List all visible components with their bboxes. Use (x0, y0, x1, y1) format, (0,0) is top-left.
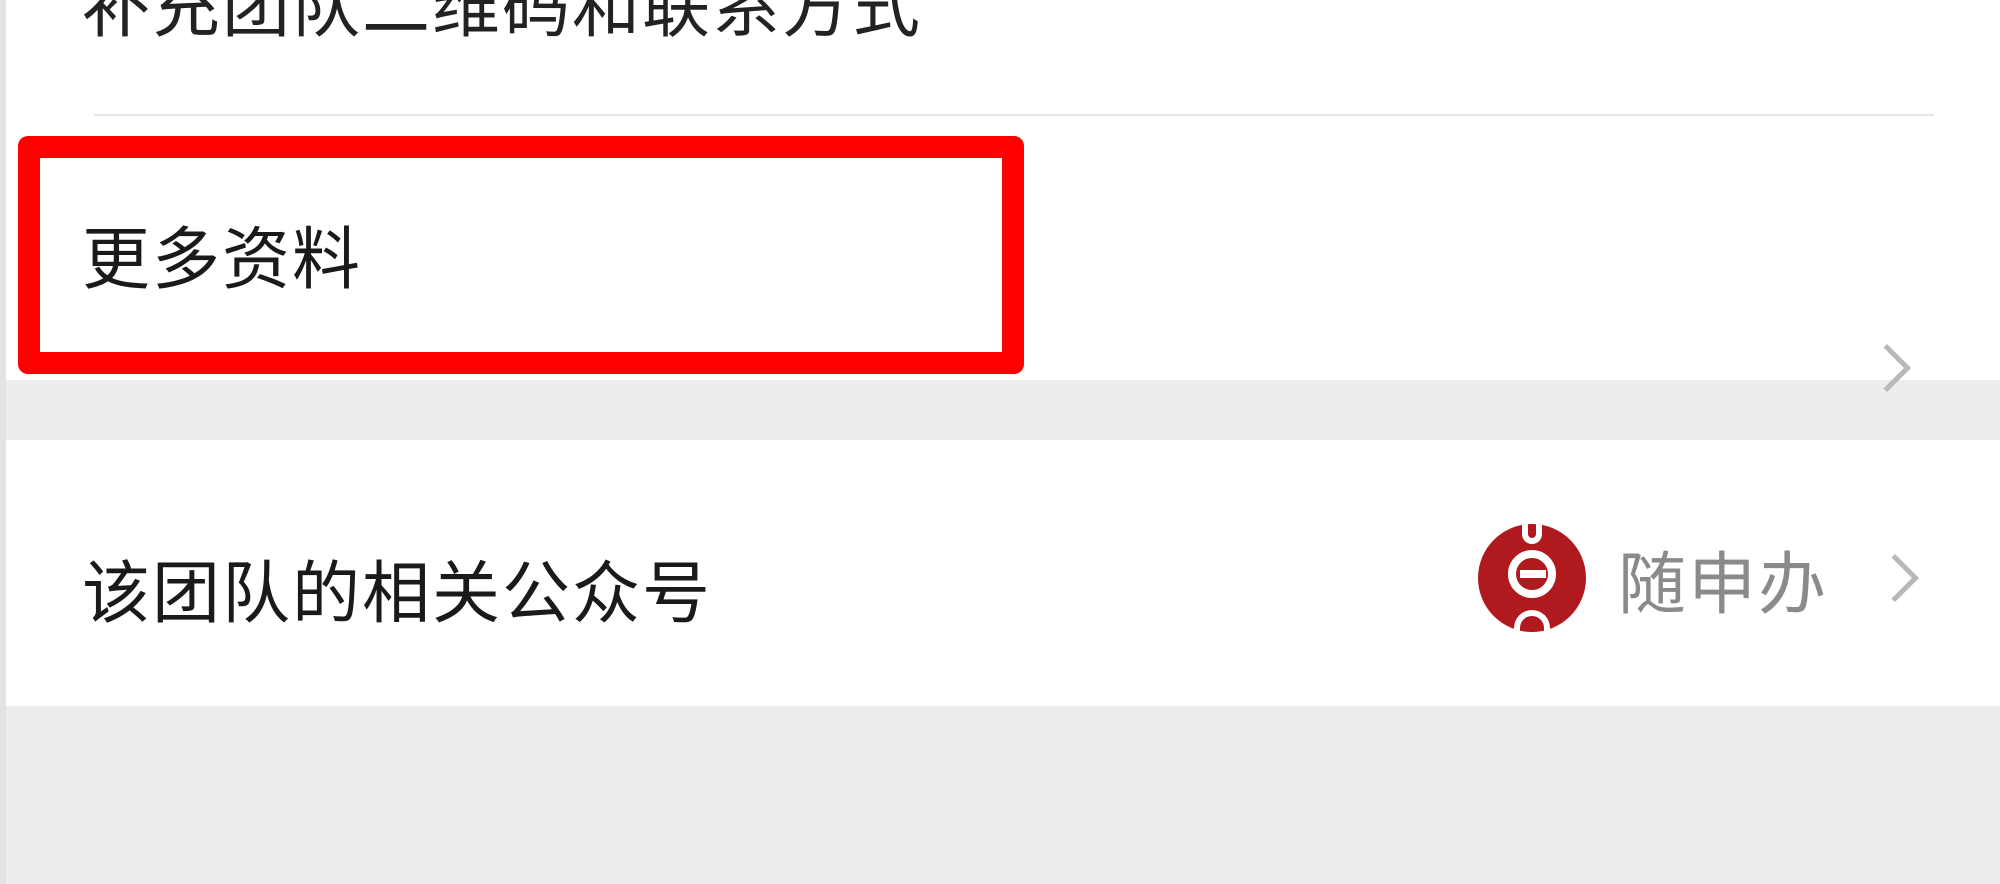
info-group: 补充团队二维码和联系方式 更多资料 (6, 0, 2000, 393)
account-name: 随申办 (1617, 545, 1828, 625)
partial-item-label: 补充团队二维码和联系方式 (82, 0, 923, 48)
chevron-right-icon (1862, 343, 1912, 393)
related-accounts-row[interactable]: 该团队的相关公众号 随申办 (6, 440, 2000, 706)
gov-service-logo-icon (1477, 524, 1586, 632)
related-account-value: 随申办 (1477, 524, 1926, 632)
more-info-label: 更多资料 (82, 221, 363, 300)
more-info-row[interactable]: 更多资料 (6, 116, 2000, 393)
related-accounts-label: 该团队的相关公众号 (82, 555, 713, 634)
profile-screen: 补充团队二维码和联系方式 更多资料 该团队的相关公众号 随申办 (0, 0, 2000, 884)
accounts-group: 该团队的相关公众号 随申办 (6, 440, 2000, 706)
chevron-right-icon (1870, 553, 1920, 603)
partial-list-item[interactable]: 补充团队二维码和联系方式 (6, 0, 2000, 114)
